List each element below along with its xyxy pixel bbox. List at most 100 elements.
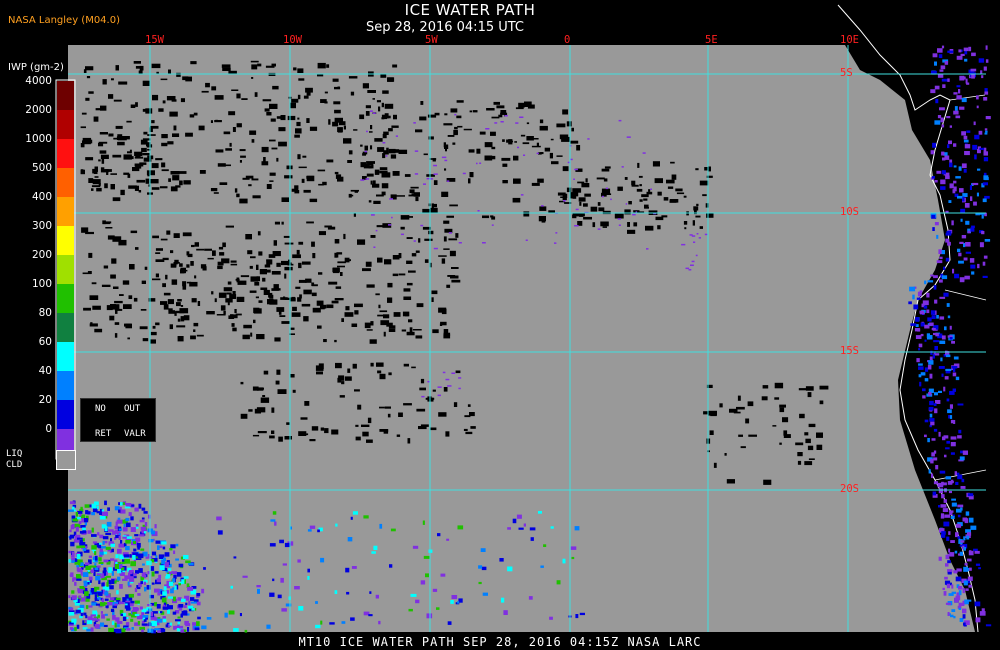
cloud-pixel bbox=[133, 548, 137, 552]
cloud-pixel bbox=[933, 481, 938, 485]
cloud-pixel bbox=[605, 193, 612, 195]
cloud-pixel bbox=[96, 573, 102, 576]
cloud-pixel bbox=[940, 513, 945, 518]
cloud-pixel bbox=[103, 265, 109, 269]
colorbar-swatch bbox=[57, 197, 74, 226]
cloud-pixel bbox=[152, 235, 159, 239]
cloud-pixel bbox=[362, 431, 369, 437]
cloud-pixel bbox=[99, 548, 103, 552]
cloud-pixel bbox=[157, 592, 160, 596]
cloud-pixel bbox=[242, 575, 248, 578]
cloud-pixel bbox=[271, 288, 279, 291]
cloud-pixel bbox=[419, 116, 427, 121]
cloud-pixel bbox=[974, 550, 980, 554]
cloud-pixel bbox=[345, 306, 350, 311]
cloud-pixel bbox=[478, 581, 482, 585]
cloud-pixel bbox=[931, 452, 935, 457]
cloud-pixel bbox=[179, 263, 183, 267]
cloud-pixel bbox=[961, 478, 965, 483]
cloud-pixel bbox=[939, 470, 946, 474]
cloud-pixel bbox=[371, 551, 376, 554]
cloud-pixel bbox=[168, 568, 172, 571]
cloud-pixel bbox=[312, 253, 316, 259]
cloud-pixel bbox=[951, 584, 954, 589]
cloud-pixel bbox=[144, 522, 148, 527]
colorbar-swatch bbox=[57, 313, 74, 342]
cloud-pixel bbox=[614, 213, 624, 219]
cloud-pixel bbox=[924, 339, 927, 342]
cloud-pixel bbox=[646, 191, 653, 195]
cloud-pixel bbox=[120, 613, 123, 616]
cloud-pixel bbox=[456, 100, 464, 103]
cloud-pixel bbox=[373, 246, 376, 248]
cloud-pixel bbox=[124, 559, 130, 564]
cloud-pixel bbox=[372, 180, 376, 186]
cloud-pixel bbox=[938, 249, 943, 255]
cloud-pixel bbox=[967, 558, 972, 562]
cloud-pixel bbox=[944, 454, 947, 458]
cloud-pixel bbox=[436, 607, 440, 610]
cloud-pixel bbox=[632, 213, 636, 216]
cloud-pixel bbox=[520, 134, 526, 137]
cloud-pixel bbox=[290, 327, 295, 330]
cloud-pixel bbox=[311, 241, 315, 247]
cloud-pixel bbox=[446, 538, 450, 541]
cloud-pixel bbox=[951, 609, 956, 612]
cloud-pixel bbox=[301, 178, 305, 183]
cloud-pixel bbox=[298, 166, 307, 169]
cloud-pixel bbox=[158, 108, 164, 112]
cloud-pixel bbox=[71, 551, 75, 556]
cloud-pixel bbox=[190, 261, 194, 266]
cloud-pixel bbox=[538, 216, 546, 222]
cloud-pixel bbox=[529, 527, 536, 531]
cloud-pixel bbox=[114, 322, 120, 325]
cloud-pixel bbox=[926, 309, 930, 314]
cloud-pixel bbox=[947, 481, 953, 485]
cloud-pixel bbox=[943, 435, 949, 439]
cloud-pixel bbox=[104, 598, 109, 601]
cloud-pixel bbox=[583, 216, 592, 220]
cloud-pixel bbox=[618, 224, 621, 226]
cloud-pixel bbox=[983, 172, 987, 176]
cloud-pixel bbox=[69, 534, 75, 539]
cloud-pixel bbox=[70, 541, 75, 547]
cloud-pixel bbox=[805, 386, 814, 391]
cloud-pixel bbox=[531, 182, 540, 186]
cloud-pixel bbox=[309, 126, 318, 131]
cloud-pixel bbox=[305, 433, 309, 436]
cloud-pixel bbox=[188, 562, 194, 566]
cloud-pixel bbox=[924, 324, 930, 329]
cloud-pixel bbox=[379, 167, 388, 170]
cloud-pixel bbox=[502, 163, 508, 167]
cloud-pixel bbox=[449, 204, 458, 207]
cloud-pixel bbox=[482, 592, 488, 596]
cloud-pixel bbox=[128, 185, 137, 189]
cloud-pixel bbox=[130, 618, 134, 622]
cloud-pixel bbox=[74, 562, 81, 565]
cloud-pixel bbox=[148, 539, 154, 543]
cloud-pixel bbox=[79, 604, 85, 609]
cloud-pixel bbox=[234, 309, 237, 314]
cloud-pixel bbox=[583, 203, 588, 207]
cloud-pixel bbox=[76, 578, 82, 581]
cloud-pixel bbox=[916, 297, 921, 300]
cloud-pixel bbox=[423, 153, 428, 156]
cloud-pixel bbox=[306, 91, 311, 96]
cloud-pixel bbox=[306, 221, 314, 224]
cloud-pixel bbox=[935, 465, 939, 470]
cloud-pixel bbox=[457, 525, 464, 530]
cloud-pixel bbox=[271, 407, 275, 413]
cloud-pixel bbox=[928, 406, 934, 411]
cloud-pixel bbox=[105, 227, 113, 229]
cloud-pixel bbox=[652, 161, 660, 167]
cloud-pixel bbox=[963, 257, 968, 261]
cloud-pixel bbox=[112, 605, 117, 609]
cloud-pixel bbox=[795, 442, 804, 446]
cloud-pixel bbox=[337, 127, 343, 133]
cloud-pixel bbox=[403, 288, 411, 292]
cloud-pixel bbox=[522, 142, 530, 145]
cloud-pixel bbox=[381, 102, 384, 108]
cloud-pixel bbox=[218, 246, 224, 250]
cloud-pixel bbox=[958, 602, 965, 606]
cloud-pixel bbox=[960, 507, 963, 511]
